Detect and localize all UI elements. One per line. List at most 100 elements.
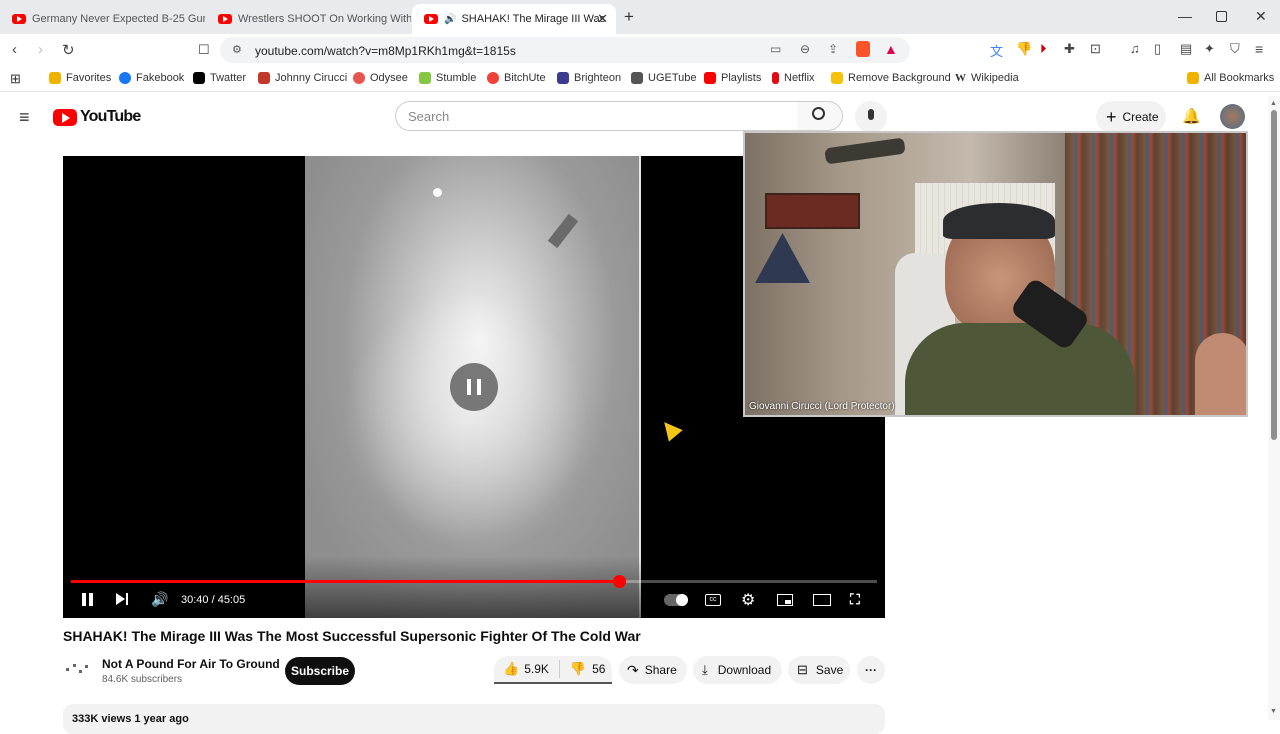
- address-bar[interactable]: ⚙ youtube.com/watch?v=m8Mp1RKh1mg&t=1815…: [220, 37, 910, 63]
- ugetube-icon: [631, 72, 643, 84]
- notifications-bell-icon[interactable]: 🔔: [1182, 107, 1201, 125]
- bookmark-playlists[interactable]: Playlists: [704, 72, 761, 84]
- wallet-icon[interactable]: ▤: [1180, 41, 1192, 57]
- more-actions-icon[interactable]: ···: [857, 656, 885, 684]
- media-extension-icon[interactable]: ⏵: [1040, 41, 1047, 57]
- controls-gradient: [63, 556, 885, 618]
- all-bookmarks[interactable]: All Bookmarks: [1187, 72, 1274, 84]
- progress-bar[interactable]: [71, 575, 877, 588]
- pause-button[interactable]: [82, 593, 93, 611]
- like-icon[interactable]: 👍: [503, 661, 519, 677]
- bookmark-stumble[interactable]: Stumble: [419, 72, 476, 84]
- next-button[interactable]: [116, 592, 128, 610]
- site-settings-icon[interactable]: ⚙: [232, 43, 242, 56]
- menu-icon[interactable]: ≡: [1255, 41, 1263, 57]
- autoplay-toggle[interactable]: [664, 594, 688, 606]
- bookmark-johnny-cirucci[interactable]: Johnny Cirucci: [258, 72, 347, 84]
- new-tab-button[interactable]: +: [624, 7, 634, 27]
- person-hand: [1195, 333, 1246, 415]
- bookmark-netflix[interactable]: Netflix: [772, 72, 815, 84]
- progress-played: [71, 580, 620, 583]
- bitchute-icon: [487, 72, 499, 84]
- youtube-logo[interactable]: YouTube: [53, 108, 141, 126]
- bookmark-fakebook[interactable]: Fakebook: [119, 72, 184, 84]
- channel-avatar[interactable]: [63, 660, 91, 680]
- create-button[interactable]: + Create: [1096, 101, 1166, 133]
- screenshot-icon[interactable]: ⊡: [1090, 41, 1101, 57]
- share-icon: ↷: [627, 661, 639, 678]
- time-display: 30:40 / 45:05: [181, 594, 246, 606]
- bookmark-bitchute[interactable]: BitchUte: [487, 72, 546, 84]
- browser-tab-strip: Germany Never Expected B-25 Gun M Wrestl…: [0, 0, 1280, 34]
- browser-tab-3-active[interactable]: 🔊 SHAHAK! The Mirage III Was ✕: [412, 4, 616, 34]
- browser-tab-1[interactable]: Germany Never Expected B-25 Gun M: [0, 4, 205, 34]
- netflix-icon: [772, 72, 779, 84]
- fullscreen-icon[interactable]: ⛶: [850, 591, 860, 608]
- close-tab-icon[interactable]: ✕: [597, 11, 608, 27]
- page-scrollbar[interactable]: ▲ ▼: [1268, 96, 1280, 720]
- bookmark-remove-background[interactable]: Remove Background: [831, 72, 951, 84]
- facebook-icon: [119, 72, 131, 84]
- dislike-extension-icon[interactable]: 👎: [1016, 41, 1032, 57]
- brave-shields-icon[interactable]: [856, 41, 870, 57]
- settings-gear-icon[interactable]: ⚙: [741, 590, 755, 610]
- scroll-up-arrow-icon[interactable]: ▲: [1270, 100, 1277, 107]
- bookmark-label: Odysee: [370, 72, 408, 84]
- dislike-icon[interactable]: 👎: [570, 661, 586, 677]
- translate-icon[interactable]: 文: [990, 41, 1003, 60]
- description-box[interactable]: 333K views 1 year ago: [63, 704, 885, 734]
- minimize-window-icon[interactable]: —: [1178, 8, 1192, 24]
- volume-icon[interactable]: 🔊: [151, 591, 168, 608]
- bookmark-twatter[interactable]: Twatter: [193, 72, 246, 84]
- share-page-icon[interactable]: ⇪: [828, 42, 838, 56]
- download-button[interactable]: ⤓ Download: [693, 656, 782, 684]
- miniplayer-icon[interactable]: [777, 594, 793, 606]
- reload-icon[interactable]: ↻: [62, 41, 75, 59]
- bookmark-page-icon[interactable]: ☐: [198, 42, 210, 58]
- sidebar-icon[interactable]: ▯: [1154, 41, 1161, 57]
- forward-icon[interactable]: ›: [38, 41, 43, 58]
- music-icon[interactable]: ♫: [1130, 41, 1140, 56]
- wikipedia-icon: W: [955, 72, 966, 84]
- guide-menu-icon[interactable]: ≡: [19, 107, 30, 128]
- account-avatar[interactable]: [1220, 104, 1245, 129]
- bookmark-label: Remove Background: [848, 72, 951, 84]
- search-input[interactable]: Search: [395, 101, 798, 131]
- subtitles-icon[interactable]: cc: [705, 594, 721, 606]
- vpn-icon[interactable]: ⛉: [1230, 41, 1240, 57]
- scroll-down-arrow-icon[interactable]: ▼: [1270, 708, 1277, 715]
- bookmark-wikipedia[interactable]: W Wikipedia: [955, 72, 1019, 84]
- bookmark-label: Netflix: [784, 72, 815, 84]
- bookmark-brighteon[interactable]: Brighteon: [557, 72, 621, 84]
- bookmark-label: All Bookmarks: [1204, 72, 1275, 84]
- zoom-icon[interactable]: ⊖: [800, 42, 810, 56]
- cast-icon[interactable]: ▭: [770, 42, 781, 56]
- subscriber-count: 84.6K subscribers: [102, 674, 183, 685]
- restore-window-icon[interactable]: [1216, 11, 1227, 22]
- brave-rewards-icon[interactable]: ▲: [884, 41, 898, 57]
- bookmark-ugetube[interactable]: UGETube: [631, 72, 697, 84]
- subscribe-button[interactable]: Subscribe: [285, 657, 355, 685]
- center-pause-indicator[interactable]: [450, 363, 498, 411]
- search-button[interactable]: [797, 101, 843, 131]
- channel-name[interactable]: Not A Pound For Air To Ground: [102, 657, 280, 671]
- close-window-icon[interactable]: ✕: [1255, 8, 1267, 25]
- bookmark-favorites[interactable]: Favorites: [49, 72, 111, 84]
- wall-display-case: [765, 193, 860, 229]
- scrollbar-thumb[interactable]: [1271, 110, 1277, 440]
- theater-mode-icon[interactable]: [813, 594, 831, 606]
- like-count[interactable]: 5.9K: [524, 662, 549, 676]
- model-airplane: [824, 137, 906, 165]
- bookmark-odysee[interactable]: Odysee: [353, 72, 408, 84]
- youtube-favicon-icon: [424, 14, 438, 24]
- share-button[interactable]: ↷ Share: [619, 656, 687, 684]
- back-icon[interactable]: ‹: [12, 41, 17, 58]
- footage-smoke-cloud: [345, 286, 585, 546]
- scrubber-handle[interactable]: [613, 575, 627, 588]
- extensions-icon[interactable]: ✚: [1064, 41, 1075, 57]
- leo-ai-icon[interactable]: ✦: [1204, 41, 1215, 57]
- browser-tab-2[interactable]: Wrestlers SHOOT On Working With H: [206, 4, 411, 34]
- save-button[interactable]: ⊟ Save: [788, 656, 850, 684]
- apps-grid-icon[interactable]: ⊞: [10, 71, 21, 87]
- voice-search-button[interactable]: [855, 101, 887, 133]
